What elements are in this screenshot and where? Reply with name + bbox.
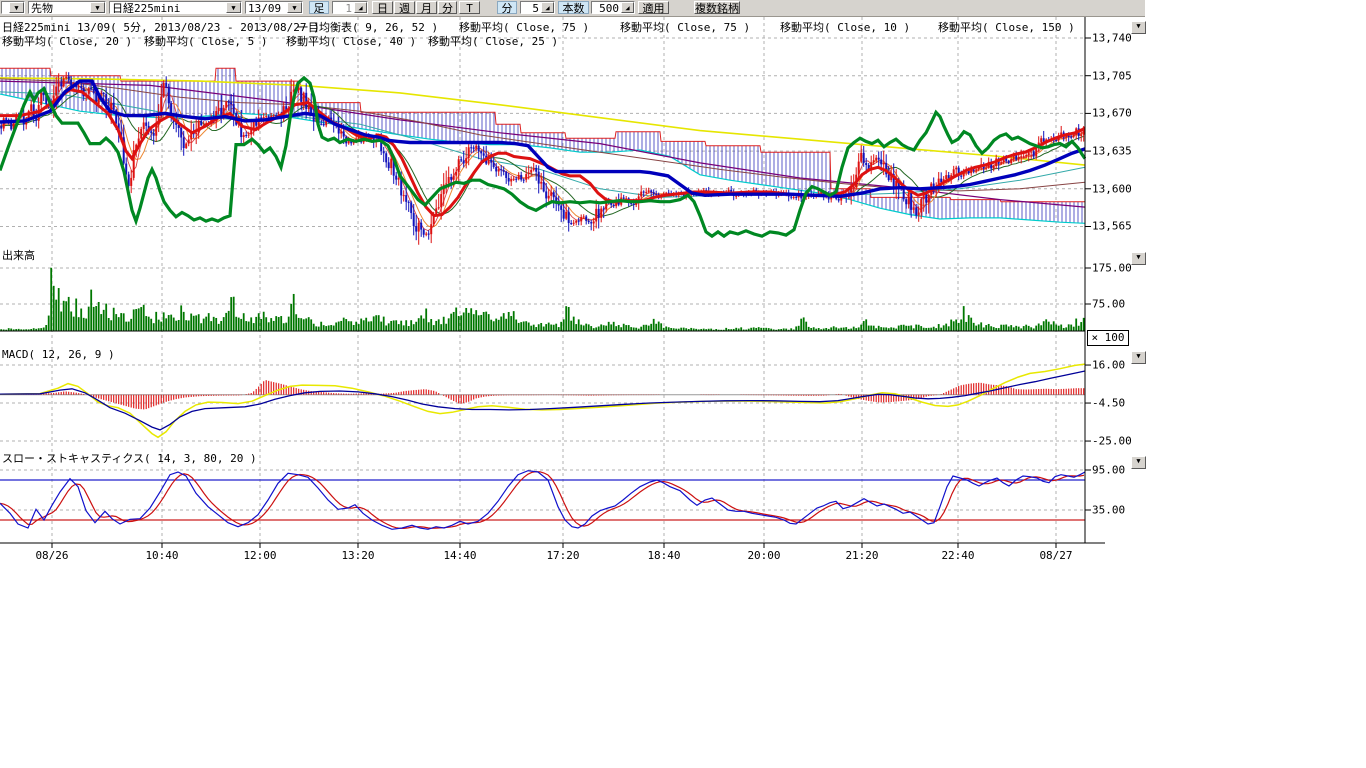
volume-multiplier-badge: × 100 (1087, 330, 1129, 346)
multi-symbol-button[interactable]: 複数銘柄 (694, 1, 740, 14)
bar-count-spinner[interactable]: 500 ◢ (591, 1, 635, 14)
chevron-down-icon[interactable]: ▼ (90, 2, 105, 13)
bar-type-label: 足 (309, 1, 329, 14)
spinner-icon[interactable]: ◢ (354, 2, 367, 13)
apply-button[interactable]: 適用 (638, 1, 669, 14)
macd-axis-label: -4.50 (1092, 397, 1125, 410)
chart-background (0, 0, 1145, 575)
macd-pane-menu-button[interactable]: ▼ (1131, 351, 1146, 364)
legend-item: 移動平均( Close, 150 ) (938, 19, 1075, 35)
stoch-pane-menu-button[interactable]: ▼ (1131, 456, 1146, 469)
legend-item: 移動平均( Close, 40 ) (286, 33, 416, 49)
bar-count-value: 500 (592, 2, 621, 13)
volume-axis-label: 75.00 (1092, 298, 1125, 311)
time-axis-label: 13:20 (341, 549, 374, 562)
period-tick-button[interactable]: T (459, 1, 480, 14)
price-axis-label: 13,740 (1092, 32, 1132, 45)
period-day-button[interactable]: 日 (372, 1, 393, 14)
stoch-axis-label: 95.00 (1092, 464, 1125, 477)
spinner-icon[interactable]: ◢ (621, 2, 634, 13)
legend-item: 移動平均( Close, 5 ) (144, 33, 267, 49)
macd-pane-label: MACD( 12, 26, 9 ) (2, 348, 115, 361)
time-axis-label: 10:40 (145, 549, 178, 562)
symbol-combobox[interactable]: 日経225mini ▼ (109, 1, 242, 14)
volume-axis-label: 175.00 (1092, 262, 1132, 275)
time-axis-label: 20:00 (747, 549, 780, 562)
category-combobox[interactable]: 先物 ▼ (28, 1, 106, 14)
price-axis-label: 13,670 (1092, 107, 1132, 120)
minute-label: 分 (497, 1, 517, 14)
stoch-axis-label: 35.00 (1092, 504, 1125, 517)
volume-pane-label: 出来高 (2, 247, 35, 263)
toolbar: ▼ 先物 ▼ 日経225mini ▼ 13/09 ▼ 足 1 ◢ 日 週 月 分… (0, 0, 1145, 17)
period-month-button[interactable]: 月 (416, 1, 437, 14)
blank-combobox-value (2, 2, 9, 13)
period-week-button[interactable]: 週 (394, 1, 415, 14)
contract-month-combobox[interactable]: 13/09 ▼ (245, 1, 303, 14)
time-axis-label: 12:00 (243, 549, 276, 562)
bar-interval-spinner[interactable]: 1 ◢ (332, 1, 368, 14)
volume-pane-menu-button[interactable]: ▼ (1131, 252, 1146, 265)
price-pane-menu-button[interactable]: ▼ (1131, 21, 1146, 34)
time-axis-label: 17:20 (546, 549, 579, 562)
blank-combobox[interactable]: ▼ (1, 1, 25, 14)
bar-interval-value: 1 (333, 2, 354, 13)
chevron-down-icon[interactable]: ▼ (9, 2, 24, 13)
category-combobox-value: 先物 (29, 2, 90, 13)
legend-item: 移動平均( Close, 75 ) (620, 19, 750, 35)
bar-count-label: 本数 (558, 1, 589, 14)
price-axis-label: 13,565 (1092, 220, 1132, 233)
chevron-down-icon[interactable]: ▼ (287, 2, 302, 13)
legend-item: 移動平均( Close, 25 ) (428, 33, 558, 49)
legend-item: 移動平均( Close, 20 ) (2, 33, 132, 49)
minute-value: 5 (521, 2, 541, 13)
spinner-icon[interactable]: ◢ (541, 2, 554, 13)
minute-spinner[interactable]: 5 ◢ (520, 1, 555, 14)
time-axis-label: 08/27 (1039, 549, 1072, 562)
time-axis-label: 22:40 (941, 549, 974, 562)
price-axis-label: 13,705 (1092, 69, 1132, 82)
trading-app-window: ▼ 先物 ▼ 日経225mini ▼ 13/09 ▼ 足 1 ◢ 日 週 月 分… (0, 0, 1366, 768)
time-axis-label: 14:40 (443, 549, 476, 562)
time-axis-label: 21:20 (845, 549, 878, 562)
chevron-down-icon[interactable]: ▼ (226, 2, 241, 13)
stochastics-pane-label: スロー・ストキャスティクス( 14, 3, 80, 20 ) (2, 450, 257, 466)
contract-month-combobox-value: 13/09 (246, 2, 287, 13)
macd-axis-label: -25.00 (1092, 435, 1132, 448)
time-axis-label: 08/26 (35, 549, 68, 562)
symbol-combobox-value: 日経225mini (110, 2, 226, 13)
legend-item: 移動平均( Close, 10 ) (780, 19, 910, 35)
chart-area[interactable] (0, 0, 1145, 575)
period-minute-button[interactable]: 分 (438, 1, 457, 14)
time-axis-label: 18:40 (647, 549, 680, 562)
price-axis-label: 13,635 (1092, 145, 1132, 158)
price-axis-label: 13,600 (1092, 182, 1132, 195)
macd-axis-label: 16.00 (1092, 359, 1125, 372)
